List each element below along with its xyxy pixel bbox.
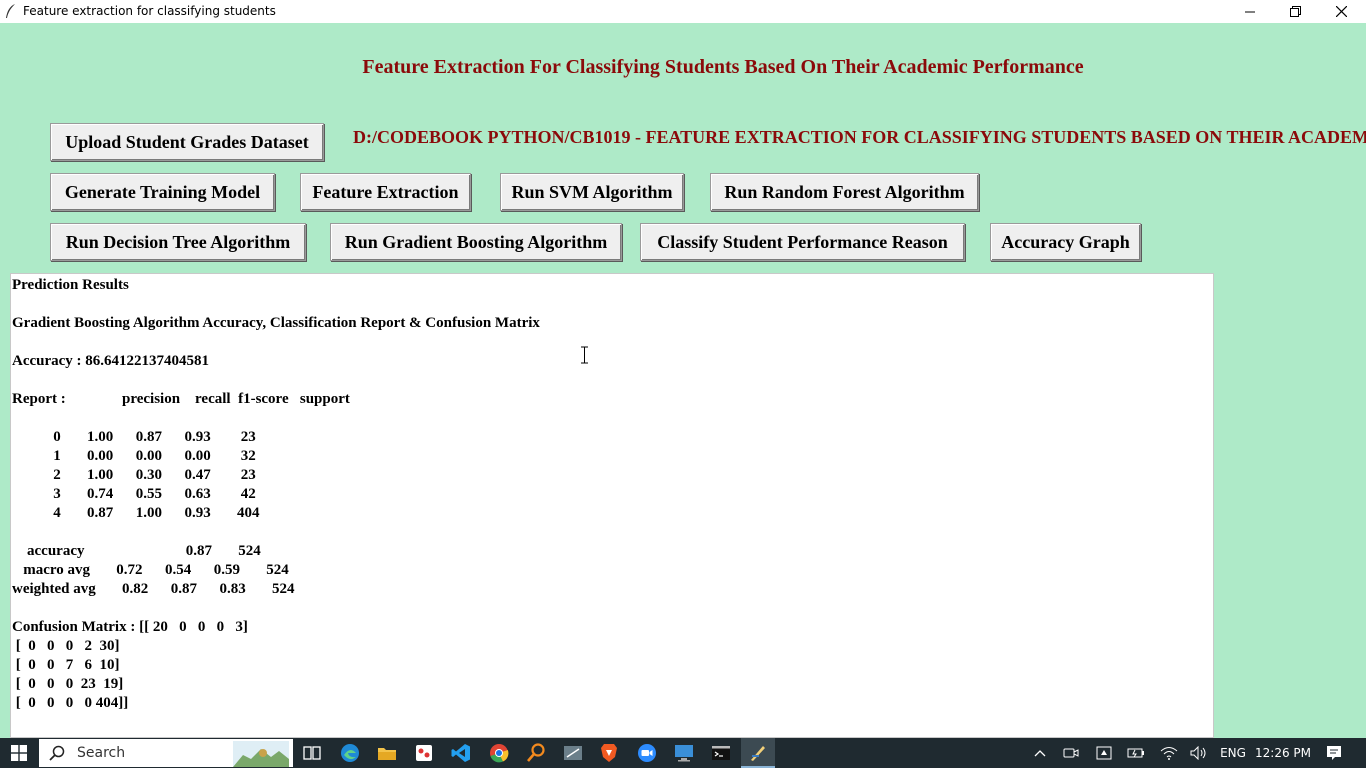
run-svm-button[interactable]: Run SVM Algorithm [500, 173, 684, 211]
minimize-icon [1245, 11, 1255, 12]
close-icon [1335, 6, 1347, 17]
search-highlight-icon [233, 741, 289, 767]
snipping-tool-icon[interactable] [562, 742, 584, 764]
taskbar-active-app[interactable] [741, 738, 775, 768]
notifications-button[interactable] [1320, 738, 1348, 768]
page-title: Feature Extraction For Classifying Stude… [362, 56, 1084, 78]
shield-alert-icon [1096, 746, 1112, 760]
dataset-path-label: D:/CODEBOOK PYTHON/CB1019 - FEATURE EXTR… [353, 127, 1366, 147]
task-view-icon[interactable] [301, 742, 323, 764]
run-gradient-boosting-button[interactable]: Run Gradient Boosting Algorithm [330, 223, 622, 261]
speaker-icon [1190, 746, 1206, 760]
run-decision-tree-button[interactable]: Run Decision Tree Algorithm [50, 223, 306, 261]
feature-extraction-button[interactable]: Feature Extraction [300, 173, 471, 211]
taskbar: Search ENG 12:26 PM [0, 738, 1366, 768]
notification-icon [1327, 746, 1341, 760]
command-prompt-icon[interactable] [710, 742, 732, 764]
window-titlebar: Feature extraction for classifying stude… [0, 0, 1366, 23]
restore-icon [1289, 6, 1301, 17]
search-icon [49, 745, 65, 761]
classify-performance-reason-button[interactable]: Classify Student Performance Reason [640, 223, 965, 261]
edge-icon[interactable] [339, 742, 361, 764]
python-feather-icon [751, 746, 765, 761]
chevron-up-icon [1034, 750, 1046, 757]
close-button[interactable] [1318, 0, 1364, 23]
file-explorer-icon[interactable] [376, 742, 398, 764]
feather-icon [6, 4, 15, 18]
app-icon-red[interactable] [413, 742, 435, 764]
text-cursor-icon [581, 346, 588, 364]
show-hidden-icons-button[interactable] [1030, 738, 1050, 768]
zoom-icon[interactable] [636, 742, 658, 764]
volume-tray[interactable] [1188, 738, 1210, 768]
results-text: Prediction Results Gradient Boosting Alg… [12, 277, 540, 711]
window-title: Feature extraction for classifying stude… [23, 4, 276, 18]
network-tray[interactable] [1158, 738, 1180, 768]
minimize-button[interactable] [1227, 0, 1273, 23]
search-tool-icon[interactable] [525, 742, 547, 764]
start-button[interactable] [0, 738, 38, 768]
brave-icon[interactable] [598, 742, 620, 764]
camera-icon [1063, 748, 1079, 758]
chrome-icon[interactable] [488, 742, 510, 764]
clock[interactable]: 12:26 PM [1252, 738, 1314, 768]
battery-charging-icon [1127, 748, 1144, 758]
remote-desktop-icon[interactable] [673, 742, 695, 764]
search-placeholder: Search [77, 745, 126, 761]
upload-dataset-button[interactable]: Upload Student Grades Dataset [50, 123, 324, 161]
accuracy-graph-button[interactable]: Accuracy Graph [990, 223, 1141, 261]
meet-now-tray[interactable] [1060, 738, 1082, 768]
windows-icon [11, 745, 27, 761]
vscode-icon[interactable] [450, 742, 472, 764]
restore-button[interactable] [1272, 0, 1318, 23]
language-indicator[interactable]: ENG [1216, 738, 1250, 768]
battery-tray[interactable] [1125, 738, 1147, 768]
wifi-icon [1160, 747, 1178, 760]
results-textarea[interactable]: Prediction Results Gradient Boosting Alg… [10, 273, 1214, 738]
run-random-forest-button[interactable]: Run Random Forest Algorithm [710, 173, 979, 211]
security-tray[interactable] [1093, 738, 1115, 768]
taskbar-search-box[interactable]: Search [38, 738, 294, 768]
generate-training-model-button[interactable]: Generate Training Model [50, 173, 275, 211]
